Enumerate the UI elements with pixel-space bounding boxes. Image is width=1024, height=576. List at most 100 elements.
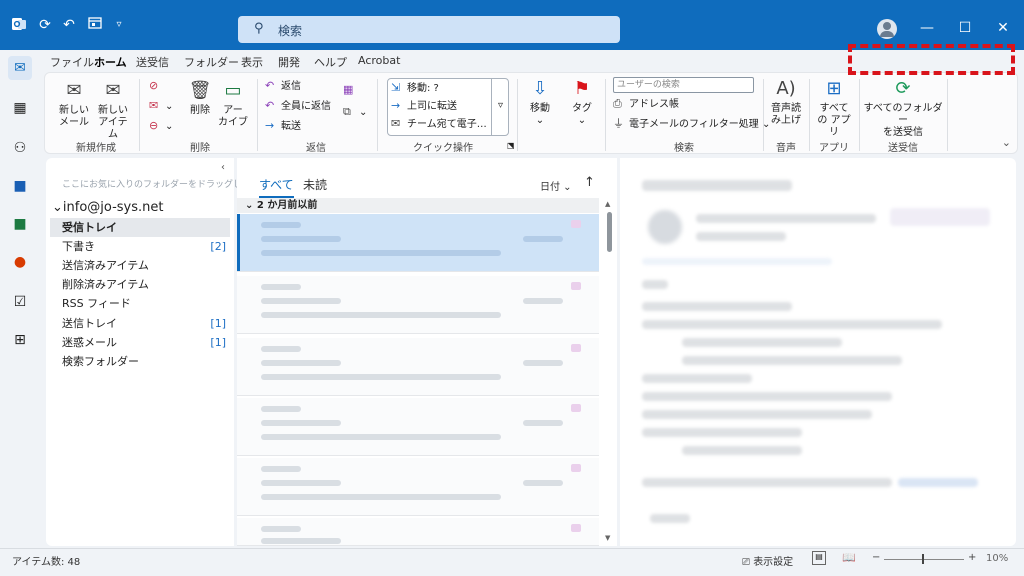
new-mail-icon: ✉ — [66, 80, 82, 101]
tab-all[interactable]: すべて — [259, 176, 294, 198]
ribbon-collapse-icon[interactable]: ⌄ — [1002, 136, 1011, 149]
tab-help[interactable]: ヘルプ — [314, 54, 347, 70]
message-list-scrollbar[interactable]: ▲ ▼ — [603, 198, 615, 544]
highlight-box — [848, 44, 1015, 75]
junk-icon[interactable]: ⊖ ⌄ — [149, 117, 173, 135]
group-label-new: 新規作成 — [76, 143, 116, 154]
normal-view-icon[interactable]: ▤ — [812, 551, 826, 565]
new-item-icon: ✉ — [105, 80, 121, 101]
minimize-button[interactable]: — — [916, 17, 938, 39]
move-button[interactable]: ⇩ 移動 ⌄ — [525, 77, 555, 127]
group-label-apps: アプリ — [819, 143, 849, 154]
tab-home[interactable]: ホーム — [94, 54, 127, 74]
search-input[interactable]: ⚲ 検索 — [238, 16, 620, 43]
zoom-slider-thumb[interactable] — [922, 554, 924, 564]
qs-team-button[interactable]: ✉ チーム宛て電子… — [391, 115, 487, 133]
forward-button[interactable]: → 転送 — [265, 117, 301, 135]
dialog-launcher-icon[interactable]: ⬔ — [507, 137, 515, 155]
ribbon-divider — [517, 79, 518, 151]
mail-icon[interactable]: ✉ — [8, 56, 32, 80]
undo-icon[interactable]: ↶ — [60, 16, 78, 34]
ribbon-divider — [763, 79, 764, 151]
ribbon-divider — [605, 79, 606, 151]
excel-app-icon[interactable]: ■ — [8, 212, 32, 236]
customize-caret-icon[interactable]: ▿ — [110, 16, 128, 34]
message-row[interactable] — [237, 276, 599, 334]
sort-dropdown[interactable]: 日付 ⌄ — [540, 178, 572, 193]
folder-rss[interactable]: RSS フィード — [62, 294, 230, 313]
sort-direction-icon[interactable]: ↑ — [584, 175, 595, 190]
message-row[interactable] — [237, 338, 599, 396]
filter-mail-button[interactable]: ⏚ 電子メールのフィルター処理 ⌄ — [613, 115, 770, 133]
address-book-button[interactable]: ⎙ アドレス帳 — [613, 95, 679, 113]
send-receive-all-button[interactable]: ⟳ すべてのフォルダー を送受信 — [863, 77, 943, 139]
apps-grid-icon: ⊞ — [826, 78, 842, 99]
close-button[interactable]: ✕ — [992, 17, 1014, 39]
tab-unread[interactable]: 未読 — [303, 176, 327, 193]
folder-inbox[interactable]: 受信トレイ — [50, 218, 230, 237]
message-row[interactable] — [237, 398, 599, 456]
reading-view-icon[interactable]: 📖 — [842, 551, 856, 565]
tags-button[interactable]: ⚑ タグ ⌄ — [567, 77, 597, 127]
trash-icon: 🗑 — [188, 80, 212, 101]
calendar-view-icon[interactable] — [86, 16, 104, 34]
ignore-icon[interactable]: ⊘ — [149, 77, 165, 95]
qs-manager-button[interactable]: → 上司に転送 — [391, 97, 457, 115]
message-row[interactable] — [237, 458, 599, 516]
folder-deleted[interactable]: 削除済みアイテム — [62, 275, 230, 294]
group-label-voice: 音声 — [776, 143, 796, 154]
all-apps-button[interactable]: ⊞ すべて の アプリ — [815, 77, 853, 139]
group-header[interactable]: ⌄ 2 か月前以前 — [237, 198, 599, 213]
office-app-icon[interactable]: ● — [8, 250, 32, 274]
tab-acrobat[interactable]: Acrobat — [358, 54, 400, 67]
sync-icon[interactable]: ⟳ — [36, 16, 54, 34]
reply-all-button[interactable]: ↶ 全員に返信 — [265, 97, 331, 115]
ribbon: ✉ 新しい メール ✉ 新しい アイテム 新規作成 ⊘ ✉ ⌄ ⊖ ⌄ 🗑 削除 ▭… — [44, 72, 1018, 154]
account-node[interactable]: ⌄info@jo-sys.net — [52, 200, 164, 215]
qs-move-button[interactable]: ⇲ 移動: ? — [391, 79, 439, 97]
message-row[interactable] — [237, 214, 599, 272]
user-search-input[interactable]: ユーザーの検索 — [613, 77, 754, 93]
calendar-icon[interactable]: ▦ — [8, 96, 32, 120]
tab-send-receive[interactable]: 送受信 — [136, 54, 169, 70]
quick-steps-more-icon[interactable]: ▿ — [491, 78, 509, 136]
message-row[interactable] — [237, 518, 599, 546]
cleanup-icon[interactable]: ✉ ⌄ — [149, 97, 173, 115]
people-icon[interactable]: ⚇ — [8, 136, 32, 160]
archive-button[interactable]: ▭ アー カイブ — [217, 79, 249, 129]
tab-folder[interactable]: フォルダー — [184, 54, 239, 70]
folder-sent[interactable]: 送信済みアイテム — [62, 256, 230, 275]
maximize-button[interactable]: ☐ — [954, 17, 976, 39]
zoom-in-icon[interactable]: + — [968, 552, 976, 563]
outlook-app-icon[interactable]: ■ — [8, 174, 32, 198]
zoom-slider[interactable] — [884, 559, 964, 560]
folder-outbox[interactable]: 送信トレイ [1] — [62, 314, 230, 333]
collapse-pane-icon[interactable]: ‹ — [221, 162, 225, 173]
todo-icon[interactable]: ☑ — [8, 290, 32, 314]
tab-developer[interactable]: 開発 — [278, 54, 300, 70]
ribbon-divider — [377, 79, 378, 151]
zoom-out-icon[interactable]: − — [872, 552, 880, 563]
group-label-quick-steps: クイック操作 — [413, 143, 473, 154]
tab-view[interactable]: 表示 — [241, 54, 263, 70]
reply-button[interactable]: ↶ 返信 — [265, 77, 301, 95]
folder-drafts[interactable]: 下書き [2] — [62, 237, 230, 256]
folder-search[interactable]: 検索フォルダー — [62, 352, 230, 371]
group-label-send-receive: 送受信 — [888, 143, 918, 154]
status-bar: アイテム数: 48 ⎚ 表示設定 ▤ 📖 − + 10% — [0, 548, 1024, 568]
meeting-reply-icon[interactable]: ▦ — [343, 81, 359, 99]
avatar[interactable] — [877, 19, 897, 39]
ribbon-divider — [947, 79, 948, 151]
delete-button[interactable]: 🗑 削除 — [185, 79, 215, 117]
send-receive-icon: ⟳ — [895, 78, 911, 99]
display-settings-button[interactable]: ⎚ 表示設定 — [742, 553, 793, 568]
more-respond-icon[interactable]: ⧉ ⌄ — [343, 103, 367, 121]
title-bar: ⟳ ↶ ▿ ⚲ 検索 — ☐ ✕ — [0, 0, 1024, 50]
apps-grid-icon[interactable]: ⊞ — [8, 328, 32, 352]
outlook-logo-icon — [10, 16, 28, 34]
tab-file[interactable]: ファイル — [50, 54, 94, 70]
new-item-button[interactable]: ✉ 新しい アイテム — [95, 79, 131, 141]
read-aloud-button[interactable]: A) 音声読 み上げ — [769, 77, 803, 127]
folder-junk[interactable]: 迷惑メール [1] — [62, 333, 230, 352]
new-mail-button[interactable]: ✉ 新しい メール — [57, 79, 91, 129]
